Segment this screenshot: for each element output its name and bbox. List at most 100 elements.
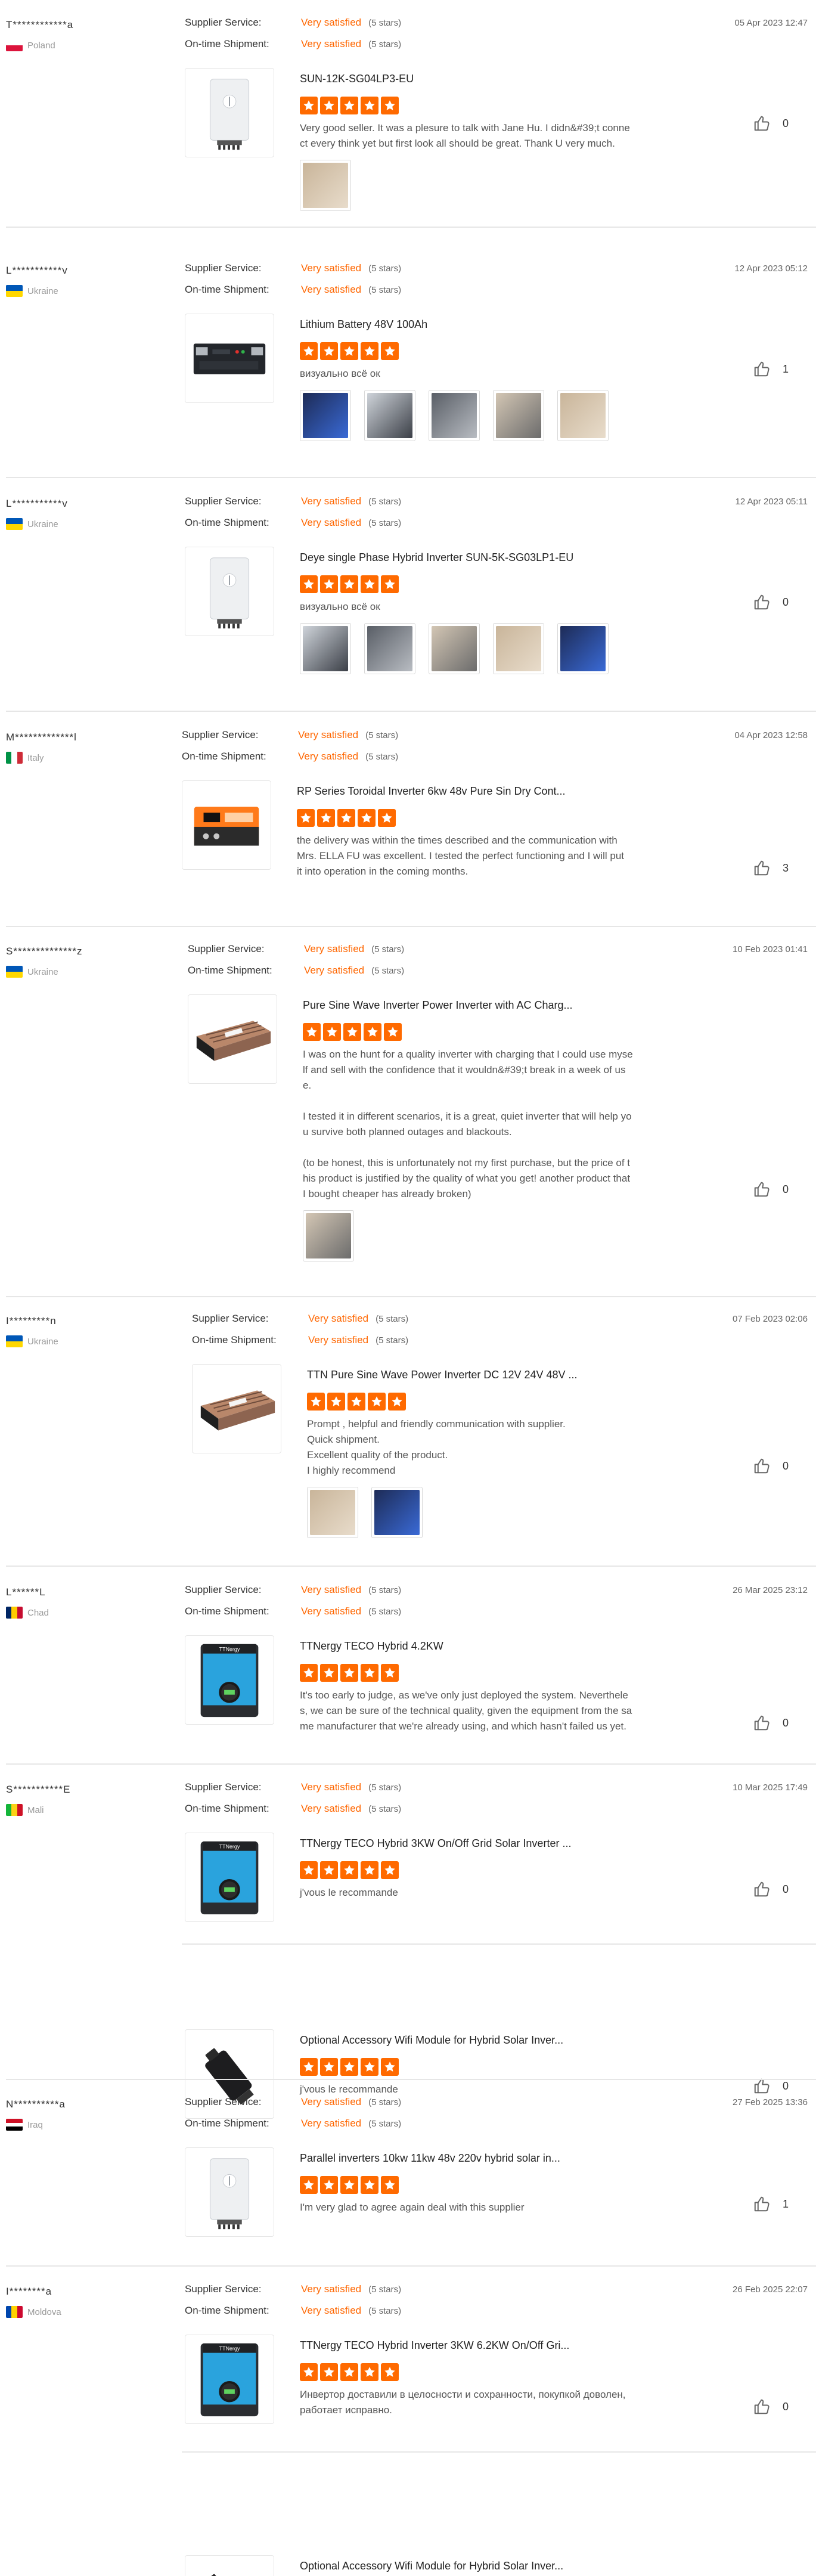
supplier-service-value: Very satisfied bbox=[298, 729, 359, 740]
supplier-service-stars: (5 stars) bbox=[371, 944, 405, 954]
review-date: 10 Mar 2025 17:49 bbox=[733, 1783, 808, 1793]
supplier-service-value: Very satisfied bbox=[308, 1313, 369, 1324]
review-divider bbox=[6, 1296, 816, 1297]
product-title-link[interactable]: TTNergy TECO Hybrid Inverter 3KW 6.2KW O… bbox=[300, 2339, 569, 2352]
reviewer-info: S**************z Ukraine bbox=[6, 946, 82, 978]
thumbs-up-icon bbox=[753, 1714, 771, 1732]
country-flag-icon bbox=[6, 752, 23, 764]
svg-text:TTNergy: TTNergy bbox=[219, 1647, 240, 1653]
helpful-like-button[interactable]: 3 bbox=[753, 859, 789, 877]
product-title-link[interactable]: Deye single Phase Hybrid Inverter SUN-5K… bbox=[300, 551, 573, 564]
review-photo-thumbnail[interactable] bbox=[364, 623, 415, 674]
supplier-ratings: Supplier Service: Very satisfied (5 star… bbox=[185, 1777, 401, 1819]
supplier-service-row: Supplier Service: Very satisfied (5 star… bbox=[185, 258, 401, 279]
supplier-ratings: Supplier Service: Very satisfied (5 star… bbox=[185, 12, 401, 55]
star-icon bbox=[381, 342, 399, 360]
supplier-service-value: Very satisfied bbox=[301, 262, 362, 274]
product-image[interactable] bbox=[185, 2555, 274, 2576]
product-title-link[interactable]: Lithium Battery 48V 100Ah bbox=[300, 318, 427, 331]
on-time-shipment-label: On-time Shipment: bbox=[185, 2305, 269, 2316]
country-name: Italy bbox=[27, 752, 44, 763]
product-image[interactable]: TTNergy bbox=[185, 2335, 274, 2424]
product-title-link[interactable]: TTNergy TECO Hybrid 3KW On/Off Grid Sola… bbox=[300, 1837, 571, 1850]
product-title-link[interactable]: Pure Sine Wave Inverter Power Inverter w… bbox=[303, 999, 573, 1012]
review-photo-thumbnail[interactable] bbox=[493, 390, 544, 441]
supplier-service-row: Supplier Service: Very satisfied (5 star… bbox=[192, 1308, 408, 1329]
country-flag-icon bbox=[6, 2306, 23, 2318]
reviewer-country: Ukraine bbox=[6, 1335, 58, 1347]
helpful-like-button[interactable]: 1 bbox=[753, 2195, 789, 2213]
review-photo-thumbnail[interactable] bbox=[429, 623, 480, 674]
star-icon bbox=[340, 2363, 358, 2381]
star-icon bbox=[320, 1861, 338, 1879]
product-image[interactable]: TTNergy bbox=[185, 1635, 274, 1725]
product-image[interactable]: TTNergy bbox=[185, 1833, 274, 1922]
review-photo-thumbnail[interactable] bbox=[364, 390, 415, 441]
review-photo-thumbnail[interactable] bbox=[371, 1487, 423, 1538]
review-photo-thumbnail[interactable] bbox=[557, 623, 609, 674]
review-text: Very good seller. It was a plesure to ta… bbox=[300, 122, 630, 149]
product-image[interactable] bbox=[182, 780, 271, 870]
product-title-link[interactable]: Optional Accessory Wifi Module for Hybri… bbox=[300, 2560, 563, 2572]
helpful-like-button[interactable]: 0 bbox=[753, 1457, 789, 1475]
star-icon bbox=[361, 575, 378, 593]
product-rating-stars bbox=[300, 97, 399, 114]
product-rating-stars bbox=[300, 1664, 399, 1682]
product-image[interactable] bbox=[188, 994, 277, 1084]
review-photo-thumbnail[interactable] bbox=[429, 390, 480, 441]
review-date: 27 Feb 2025 13:36 bbox=[733, 2097, 808, 2107]
review-photo-thumbnail[interactable] bbox=[493, 623, 544, 674]
supplier-service-stars: (5 stars) bbox=[368, 2284, 402, 2295]
on-time-shipment-stars: (5 stars) bbox=[368, 284, 402, 295]
on-time-shipment-stars: (5 stars) bbox=[368, 1606, 402, 1617]
review-photo-thumbnail[interactable] bbox=[557, 390, 609, 441]
supplier-service-value: Very satisfied bbox=[301, 1781, 362, 1793]
supplier-service-row: Supplier Service: Very satisfied (5 star… bbox=[185, 1777, 401, 1798]
product-title-link[interactable]: SUN-12K-SG04LP3-EU bbox=[300, 73, 414, 85]
review-photo-thumbnail[interactable] bbox=[300, 390, 351, 441]
on-time-shipment-row: On-time Shipment: Very satisfied (5 star… bbox=[185, 1601, 401, 1622]
star-icon bbox=[340, 1664, 358, 1682]
product-title-link[interactable]: TTN Pure Sine Wave Power Inverter DC 12V… bbox=[307, 1369, 578, 1381]
supplier-service-row: Supplier Service: Very satisfied (5 star… bbox=[185, 2091, 401, 2113]
reviewer-info: S***********E Mali bbox=[6, 1784, 70, 1816]
product-title-link[interactable]: TTNergy TECO Hybrid 4.2KW bbox=[300, 1640, 443, 1653]
supplier-service-stars: (5 stars) bbox=[368, 1782, 402, 1793]
helpful-like-button[interactable]: 0 bbox=[753, 1180, 789, 1198]
product-image[interactable] bbox=[185, 547, 274, 636]
on-time-shipment-stars: (5 stars) bbox=[365, 751, 399, 762]
helpful-like-button[interactable]: 0 bbox=[753, 1880, 789, 1898]
product-image[interactable] bbox=[185, 314, 274, 403]
helpful-like-button[interactable]: 1 bbox=[753, 360, 789, 378]
review-photo-thumbnail[interactable] bbox=[300, 160, 351, 211]
review-text: j'vous le recommande bbox=[300, 1887, 398, 1898]
review-divider bbox=[6, 227, 816, 228]
review-divider bbox=[6, 2265, 816, 2267]
helpful-like-button[interactable]: 0 bbox=[753, 114, 789, 132]
supplier-service-value: Very satisfied bbox=[301, 495, 362, 507]
review-date: 26 Feb 2025 22:07 bbox=[733, 2284, 808, 2295]
product-image[interactable] bbox=[185, 68, 274, 157]
supplier-service-row: Supplier Service: Very satisfied (5 star… bbox=[185, 12, 401, 33]
product-title-link[interactable]: Parallel inverters 10kw 11kw 48v 220v hy… bbox=[300, 2152, 560, 2165]
star-icon bbox=[381, 2176, 399, 2194]
product-title-link[interactable]: Optional Accessory Wifi Module for Hybri… bbox=[300, 2034, 563, 2047]
helpful-like-button[interactable]: 0 bbox=[753, 593, 789, 611]
product-image[interactable] bbox=[192, 1364, 281, 1453]
helpful-like-button[interactable]: 0 bbox=[753, 2398, 789, 2416]
review-photo-thumbnail[interactable] bbox=[307, 1487, 358, 1538]
star-icon bbox=[361, 97, 378, 114]
review-photo-thumbnail[interactable] bbox=[300, 623, 351, 674]
country-flag-icon bbox=[6, 1607, 23, 1619]
like-count: 0 bbox=[782, 2400, 789, 2413]
star-icon bbox=[320, 2176, 338, 2194]
supplier-service-label: Supplier Service: bbox=[185, 1584, 262, 1595]
product-rating-stars bbox=[300, 575, 399, 593]
review-photo-thumbnail[interactable] bbox=[303, 1210, 354, 1261]
product-title-link[interactable]: RP Series Toroidal Inverter 6kw 48v Pure… bbox=[297, 785, 566, 798]
supplier-service-label: Supplier Service: bbox=[185, 1781, 262, 1793]
star-icon bbox=[368, 1393, 386, 1411]
product-image[interactable] bbox=[185, 2147, 274, 2237]
review-divider bbox=[6, 1566, 816, 1567]
helpful-like-button[interactable]: 0 bbox=[753, 1714, 789, 1732]
